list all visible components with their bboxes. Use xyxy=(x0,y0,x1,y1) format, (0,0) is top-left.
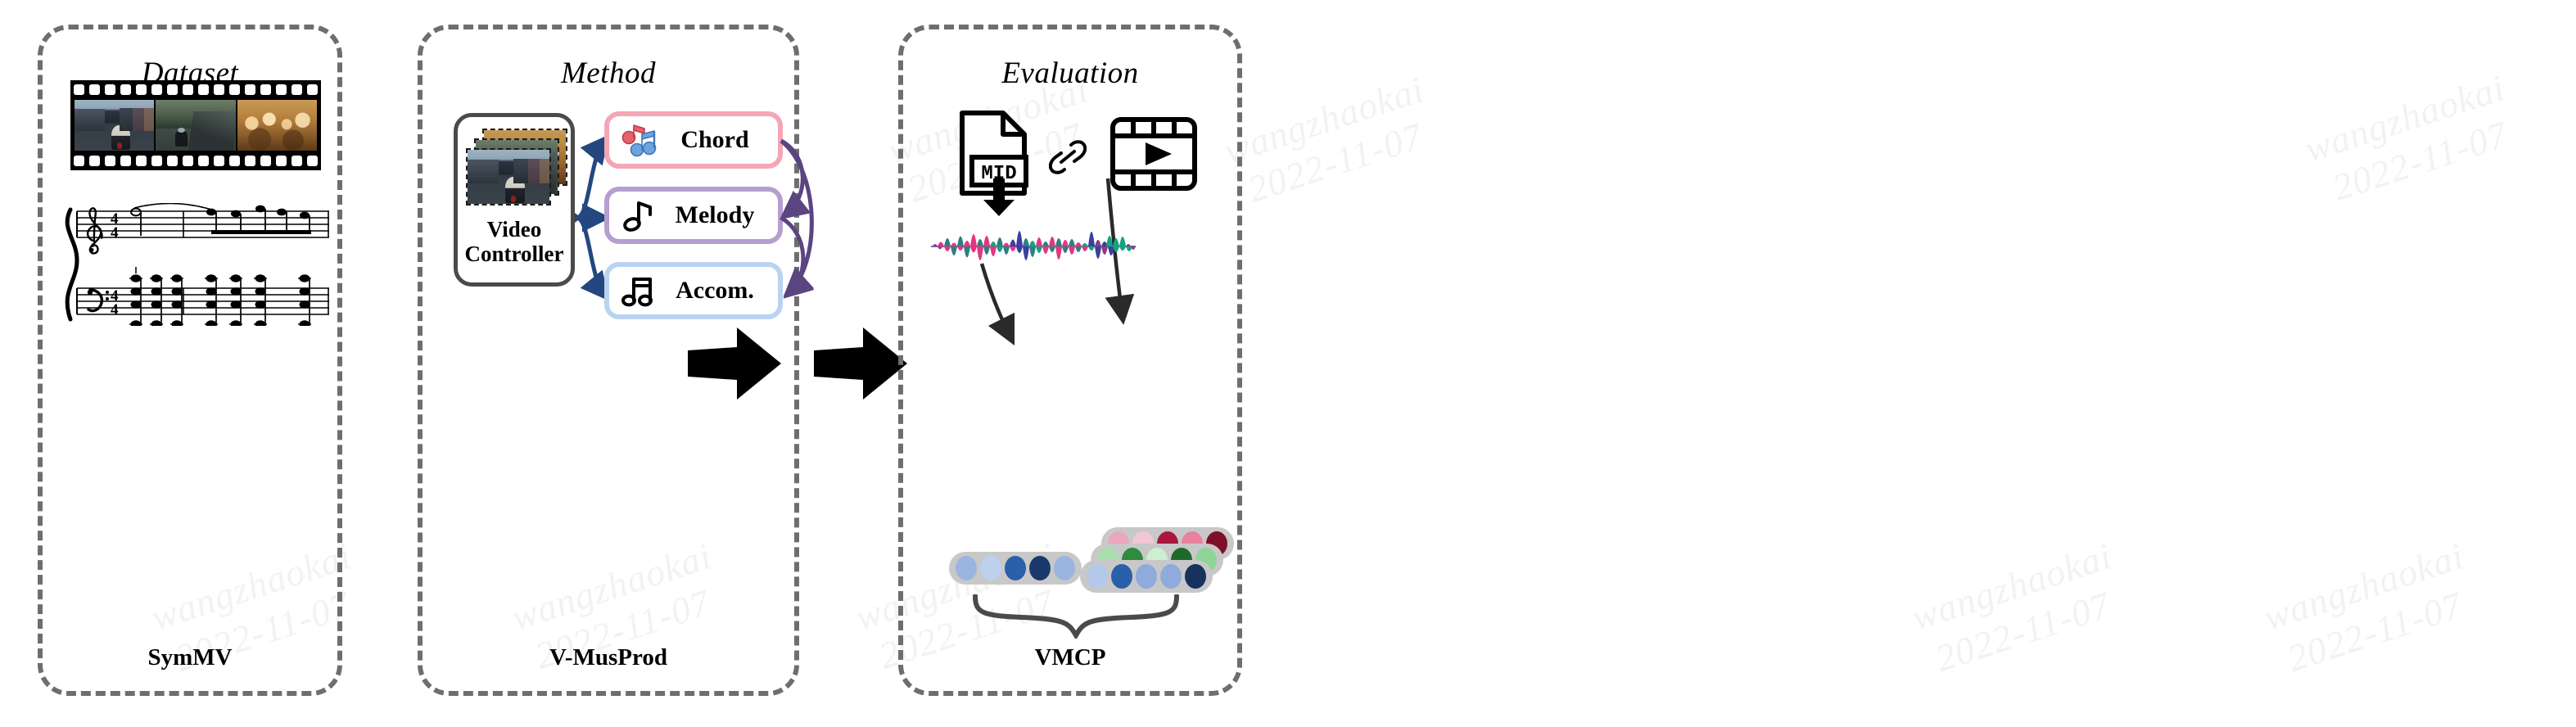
watermark-text: wangzhaokai xyxy=(1218,68,1430,172)
video-controller-label-line1: Video xyxy=(486,217,542,242)
film-frame-road xyxy=(156,100,236,151)
video-controller-box[interactable]: Video Controller xyxy=(454,113,575,287)
panel-footer-method: V-MusProd xyxy=(549,644,667,671)
task-box-chord[interactable]: Chord xyxy=(604,111,783,169)
film-frame-street xyxy=(75,100,155,151)
task-to-task-arrows xyxy=(780,138,815,299)
token-row-stack-right xyxy=(1080,527,1236,598)
panel-title-method: Method xyxy=(560,56,657,90)
panel-dataset: Dataset 4 4 4 4 SymMV xyxy=(38,25,342,696)
watermark-text: wangzhaokai xyxy=(2258,535,2470,639)
watermark-text: wangzhaokai xyxy=(1906,535,2117,639)
task-label-melody: Melody xyxy=(675,201,755,228)
curly-brace-icon xyxy=(973,594,1179,639)
svg-text:4: 4 xyxy=(111,224,119,242)
watermark-text: 2022-11-07 xyxy=(1930,584,2116,680)
panel-footer-evaluation: VMCP xyxy=(1034,644,1106,671)
watermark-text: 2022-11-07 xyxy=(1242,115,1428,210)
arrow-method-to-evaluation xyxy=(814,327,907,400)
panel-footer-dataset: SymMV xyxy=(147,644,233,671)
video-shot-street xyxy=(466,148,551,205)
panel-title-evaluation: Evaluation xyxy=(1001,56,1139,90)
panel-method: Method Video Controller Chord Melody Acc… xyxy=(418,25,815,696)
video-controller-label-line2: Controller xyxy=(464,242,564,267)
beamed-eighth-notes-icon xyxy=(614,273,663,309)
task-box-melody[interactable]: Melody xyxy=(604,187,783,244)
panel-evaluation: Evaluation MID VMCP xyxy=(898,25,1242,696)
double-eighth-note-icon xyxy=(614,121,663,159)
token-row-left xyxy=(949,552,1082,585)
watermark-text: 2022-11-07 xyxy=(2327,113,2513,209)
watermark-text: wangzhaokai xyxy=(2299,66,2510,170)
task-label-chord: Chord xyxy=(680,126,749,153)
watermark-text: 2022-11-07 xyxy=(2282,584,2468,680)
film-perforations-top xyxy=(74,84,318,95)
task-box-accom[interactable]: Accom. xyxy=(604,262,783,319)
link-icon xyxy=(1049,140,1087,174)
filmstrip xyxy=(70,80,321,170)
task-label-accom: Accom. xyxy=(676,277,754,304)
film-frame-crowd xyxy=(237,100,317,151)
svg-text:4: 4 xyxy=(111,301,119,318)
arrow-waveform-to-tokens xyxy=(979,263,1015,346)
token-row-blue xyxy=(1080,560,1213,593)
sheet-music-staff: 44 44 xyxy=(65,203,329,326)
video-frame-stack xyxy=(466,129,567,207)
eighth-note-icon xyxy=(614,197,663,233)
video-controller-label: Video Controller xyxy=(458,217,571,266)
film-perforations-bottom xyxy=(74,156,318,166)
film-frames xyxy=(75,100,317,151)
